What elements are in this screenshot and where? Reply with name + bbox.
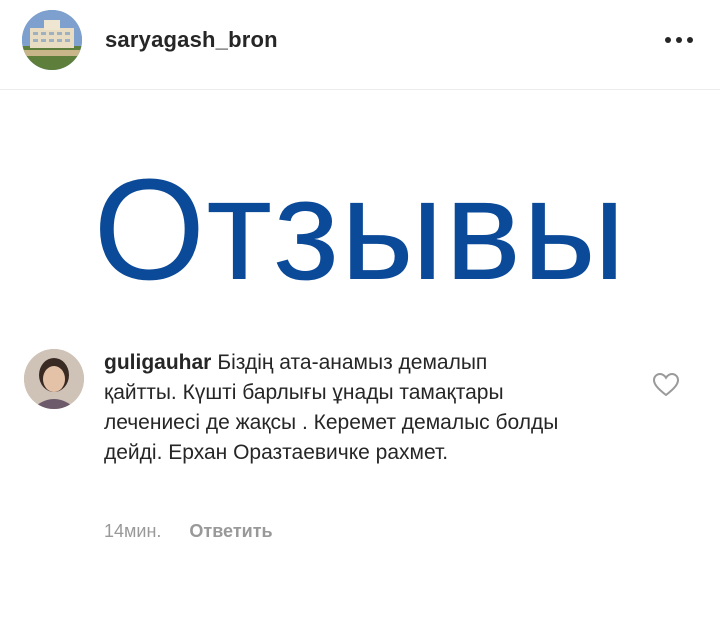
heart-outline-icon	[652, 372, 680, 397]
reply-button[interactable]: Ответить	[189, 521, 272, 541]
more-dot-icon	[687, 37, 693, 43]
comment-body: guligauhar Біздің ата-анамыз демалып қайт…	[104, 348, 564, 468]
comment-username[interactable]: guligauhar	[104, 351, 211, 374]
hotel-photo-icon	[22, 10, 82, 70]
like-button[interactable]	[652, 372, 680, 397]
more-options-button[interactable]	[660, 24, 700, 54]
profile-avatar[interactable]	[22, 10, 82, 70]
post-header: saryagash_bron	[0, 0, 720, 90]
more-dot-icon	[676, 37, 682, 43]
post-username[interactable]: saryagash_bron	[105, 27, 278, 53]
comment-time: 14мин.	[104, 521, 162, 541]
comment-meta: 14мин. Ответить	[104, 521, 273, 542]
more-dot-icon	[665, 37, 671, 43]
post-image-title: Отзывы	[93, 149, 627, 310]
user-photo-icon	[24, 349, 84, 409]
comment-avatar[interactable]	[24, 349, 84, 409]
